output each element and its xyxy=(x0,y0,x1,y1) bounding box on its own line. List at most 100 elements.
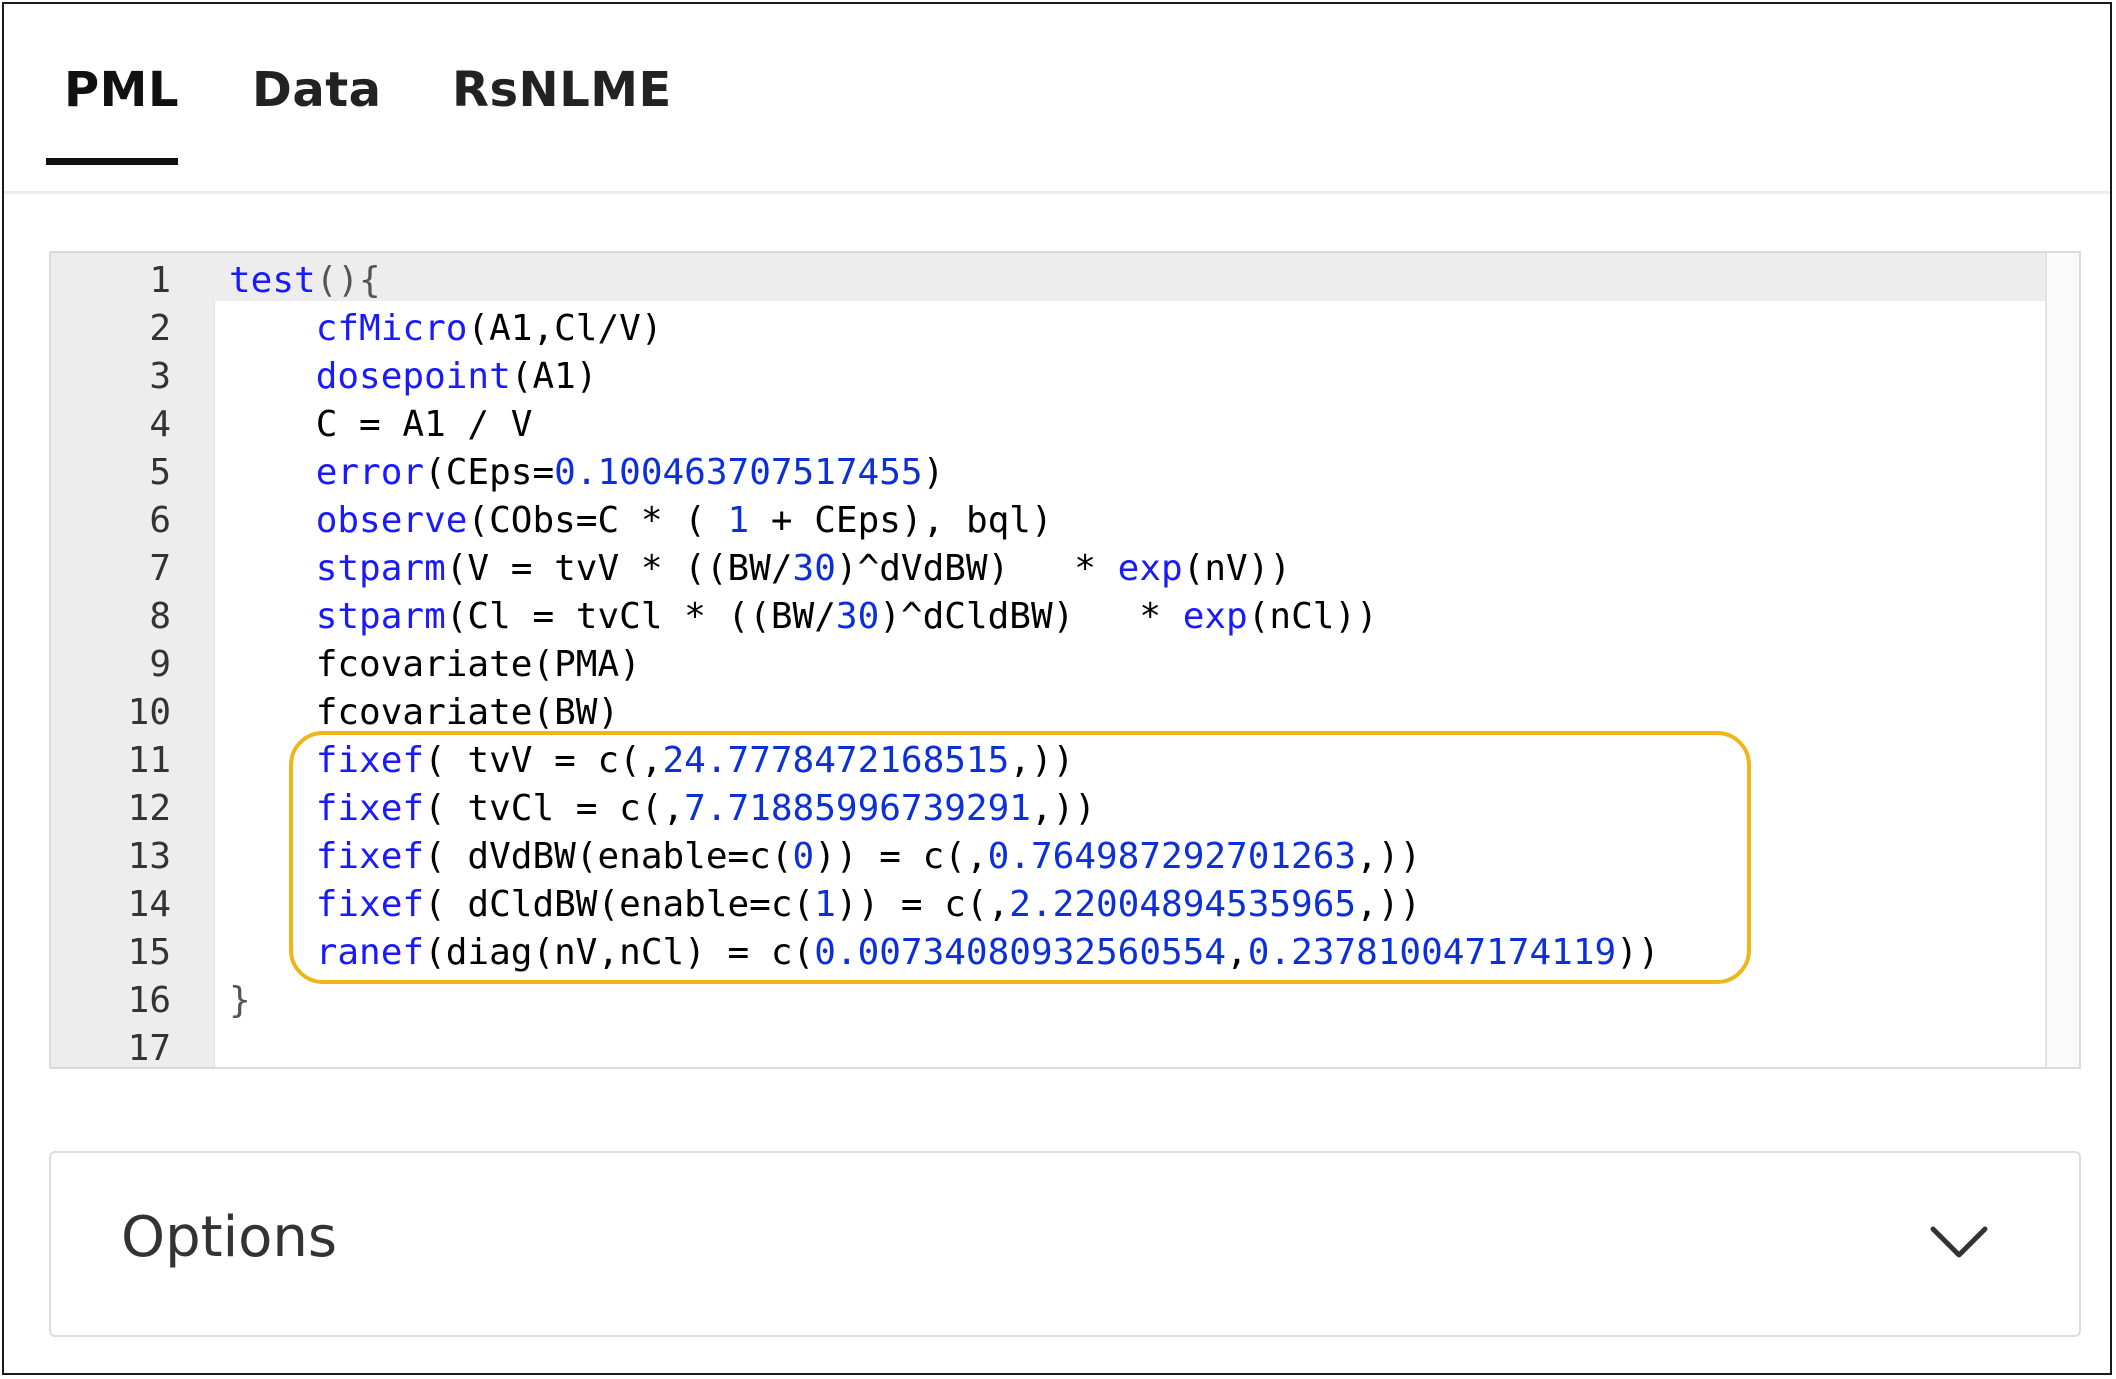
editor-scrollbar[interactable] xyxy=(2045,253,2079,1067)
code-line[interactable]: 4 C = A1 / V xyxy=(51,401,2051,449)
code-token: ,)) xyxy=(1030,788,1096,829)
code-line[interactable]: 3 dosepoint(A1) xyxy=(51,353,2051,401)
code-line[interactable]: 10 fcovariate(BW) xyxy=(51,689,2051,737)
code-keyword: dosepoint xyxy=(315,356,511,397)
code-keyword: fixef xyxy=(315,740,425,781)
code-token: ,)) xyxy=(1356,884,1422,925)
tab-rsnlme[interactable]: RsNLME xyxy=(452,62,672,118)
code-token: (Cl = tvCl * ((BW/ xyxy=(445,596,836,637)
code-token: (A1) xyxy=(510,356,598,397)
code-text: fcovariate(PMA) xyxy=(229,641,641,689)
code-token: ( dCldBW(enable=c( xyxy=(424,884,815,925)
code-line[interactable]: 14 fixef( dCldBW(enable=c(1)) = c(,2.220… xyxy=(51,881,2051,929)
line-number: 17 xyxy=(127,1028,171,1069)
code-keyword: test xyxy=(229,260,316,301)
code-line[interactable]: 9 fcovariate(PMA) xyxy=(51,641,2051,689)
tab-pml[interactable]: PML xyxy=(64,62,179,118)
code-token: ( tvV = c(, xyxy=(424,740,663,781)
code-text: cfMicro(A1,Cl/V) xyxy=(229,305,663,353)
line-number: 15 xyxy=(127,932,171,973)
code-line[interactable]: 6 observe(CObs=C * ( 1 + CEps), bql) xyxy=(51,497,2051,545)
code-token: (CObs=C * ( xyxy=(467,500,728,541)
code-number: 30 xyxy=(835,596,880,637)
code-token: ,)) xyxy=(1009,740,1075,781)
code-line[interactable]: 5 error(CEps=0.100463707517455) xyxy=(51,449,2051,497)
code-token: )) xyxy=(1616,932,1660,973)
code-keyword: cfMicro xyxy=(315,308,468,349)
code-text: fixef( tvV = c(,24.7778472168515,)) xyxy=(229,737,1075,785)
code-line[interactable]: 12 fixef( tvCl = c(,7.71885996739291,)) xyxy=(51,785,2051,833)
code-token: ) xyxy=(922,452,945,493)
code-line[interactable]: 7 stparm(V = tvV * ((BW/30)^dVdBW) * exp… xyxy=(51,545,2051,593)
code-text: test(){ xyxy=(229,257,381,305)
code-token: ( dVdBW(enable=c( xyxy=(424,836,793,877)
pml-panel: PML Data RsNLME 1 test(){2 cfMicro(A1,Cl/… xyxy=(2,2,2112,1375)
code-line[interactable]: 1 test(){ xyxy=(51,257,2051,305)
code-token: + CEps), bql) xyxy=(749,500,1053,541)
code-editor[interactable]: 1 test(){2 cfMicro(A1,Cl/V) 3 dosepoint(A1… xyxy=(49,251,2081,1069)
code-keyword: fixef xyxy=(315,884,425,925)
code-number: 0 xyxy=(792,836,815,877)
code-text: observe(CObs=C * ( 1 + CEps), bql) xyxy=(229,497,1053,545)
code-keyword: fixef xyxy=(315,836,425,877)
tab-bar: PML Data RsNLME xyxy=(4,4,2110,194)
code-line[interactable]: 11 fixef( tvV = c(,24.7778472168515,)) xyxy=(51,737,2051,785)
code-line[interactable]: 16} xyxy=(51,977,2051,1025)
code-token: ( tvCl = c(, xyxy=(424,788,685,829)
code-text: fixef( tvCl = c(,7.71885996739291,)) xyxy=(229,785,1096,833)
code-number: 1 xyxy=(814,884,836,925)
code-token: )^dVdBW) * xyxy=(835,548,1118,589)
code-line[interactable]: 13 fixef( dVdBW(enable=c(0)) = c(,0.7649… xyxy=(51,833,2051,881)
line-number: 6 xyxy=(149,500,171,541)
code-number: 0.00734080932560554 xyxy=(814,932,1227,973)
code-line[interactable]: 8 stparm(Cl = tvCl * ((BW/30)^dCldBW) * … xyxy=(51,593,2051,641)
code-text: ranef(diag(nV,nCl) = c(0.007340809325605… xyxy=(229,929,1660,977)
code-line[interactable]: 17 xyxy=(51,1025,2051,1069)
line-number: 4 xyxy=(149,404,171,445)
code-keyword: fixef xyxy=(315,788,425,829)
code-keyword: exp xyxy=(1182,596,1248,637)
options-label: Options xyxy=(121,1205,338,1270)
code-keyword: exp xyxy=(1117,548,1183,589)
code-token: (V = tvV * ((BW/ xyxy=(445,548,793,589)
code-text: error(CEps=0.100463707517455) xyxy=(229,449,945,497)
code-token: (CEps= xyxy=(424,452,555,493)
code-number: 30 xyxy=(792,548,836,589)
code-text: stparm(Cl = tvCl * ((BW/30)^dCldBW) * ex… xyxy=(229,593,1378,641)
chevron-down-icon[interactable] xyxy=(1929,1211,1989,1271)
code-number: 1 xyxy=(727,500,750,541)
code-keyword: stparm xyxy=(315,548,446,589)
line-number: 11 xyxy=(127,740,171,781)
line-number: 2 xyxy=(149,308,171,349)
code-text: fixef( dVdBW(enable=c(0)) = c(,0.7649872… xyxy=(229,833,1421,881)
code-lines[interactable]: 1 test(){2 cfMicro(A1,Cl/V) 3 dosepoint(A1… xyxy=(51,257,2051,1069)
code-token: )) = c(, xyxy=(835,884,1010,925)
line-number: 10 xyxy=(127,692,171,733)
code-token: )) = c(, xyxy=(814,836,988,877)
code-number: 0.237810047174119 xyxy=(1247,932,1617,973)
code-text: dosepoint(A1) xyxy=(229,353,598,401)
line-number: 1 xyxy=(149,260,171,301)
code-line[interactable]: 2 cfMicro(A1,Cl/V) xyxy=(51,305,2051,353)
code-token: , xyxy=(1226,932,1248,973)
code-text: } xyxy=(229,977,251,1025)
options-accordion[interactable]: Options xyxy=(49,1151,2081,1337)
code-number: 0.100463707517455 xyxy=(554,452,923,493)
code-keyword: error xyxy=(315,452,425,493)
line-number: 9 xyxy=(149,644,171,685)
code-token: (nCl)) xyxy=(1247,596,1378,637)
active-tab-indicator xyxy=(46,158,178,165)
line-number: 13 xyxy=(127,836,171,877)
tab-data[interactable]: Data xyxy=(252,62,382,118)
line-number: 7 xyxy=(149,548,171,589)
line-number: 5 xyxy=(149,452,171,493)
code-token: )^dCldBW) * xyxy=(879,596,1183,637)
code-line[interactable]: 15 ranef(diag(nV,nCl) = c(0.007340809325… xyxy=(51,929,2051,977)
